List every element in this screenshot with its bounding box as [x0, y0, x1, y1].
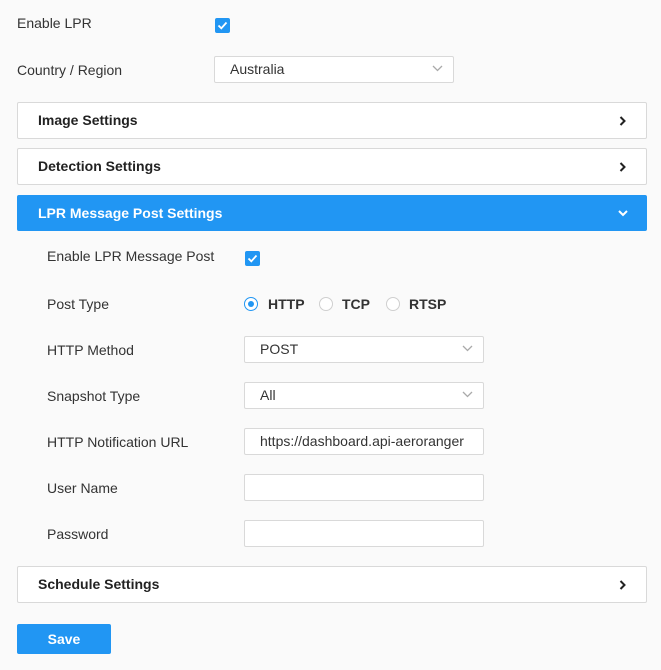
- chevron-down-icon: [432, 65, 443, 72]
- notification-url-label: HTTP Notification URL: [47, 434, 189, 450]
- username-row: User Name: [0, 470, 661, 506]
- password-label: Password: [47, 526, 109, 542]
- post-type-rtsp-label[interactable]: RTSP: [409, 286, 446, 322]
- notification-url-row: HTTP Notification URL https://dashboard.…: [0, 424, 661, 460]
- chevron-right-icon: [619, 116, 626, 126]
- chevron-down-icon: [462, 345, 473, 352]
- detection-settings-panel[interactable]: Detection Settings: [17, 148, 647, 185]
- enable-lpr-post-checkbox[interactable]: [245, 251, 260, 266]
- checkmark-icon: [247, 254, 258, 263]
- schedule-settings-title: Schedule Settings: [38, 576, 160, 592]
- snapshot-type-value: All: [260, 387, 276, 403]
- post-type-http-radio[interactable]: [244, 297, 258, 311]
- enable-lpr-label: Enable LPR: [17, 15, 92, 31]
- checkmark-icon: [217, 21, 228, 30]
- post-type-tcp-radio[interactable]: [319, 297, 333, 311]
- http-method-row: HTTP Method POST: [0, 332, 661, 368]
- enable-lpr-post-row: Enable LPR Message Post: [0, 238, 661, 274]
- country-label: Country / Region: [17, 62, 123, 78]
- image-settings-panel[interactable]: Image Settings: [17, 102, 647, 139]
- post-type-rtsp-radio[interactable]: [386, 297, 400, 311]
- enable-lpr-row: Enable LPR: [0, 5, 661, 41]
- notification-url-input[interactable]: https://dashboard.api-aeroranger: [244, 428, 484, 455]
- lpr-message-post-title: LPR Message Post Settings: [38, 205, 223, 221]
- http-method-label: HTTP Method: [47, 342, 134, 358]
- detection-settings-title: Detection Settings: [38, 158, 161, 174]
- snapshot-type-label: Snapshot Type: [47, 388, 141, 404]
- image-settings-title: Image Settings: [38, 112, 138, 128]
- chevron-down-icon: [462, 391, 473, 398]
- post-type-label: Post Type: [47, 296, 110, 312]
- username-label: User Name: [47, 480, 118, 496]
- chevron-down-icon: [618, 210, 628, 217]
- http-method-select[interactable]: POST: [244, 336, 484, 363]
- enable-lpr-checkbox[interactable]: [215, 18, 230, 33]
- notification-url-value: https://dashboard.api-aeroranger: [260, 433, 464, 449]
- country-select-value: Australia: [230, 61, 285, 77]
- country-row: Country / Region Australia: [0, 52, 661, 88]
- snapshot-type-row: Snapshot Type All: [0, 378, 661, 414]
- post-type-http-label[interactable]: HTTP: [268, 286, 305, 322]
- save-button[interactable]: Save: [17, 624, 111, 654]
- enable-lpr-post-label: Enable LPR Message Post: [47, 248, 215, 264]
- schedule-settings-panel[interactable]: Schedule Settings: [17, 566, 647, 603]
- password-row: Password: [0, 516, 661, 552]
- country-select[interactable]: Australia: [214, 56, 454, 83]
- post-type-tcp-label[interactable]: TCP: [342, 286, 370, 322]
- http-method-value: POST: [260, 341, 299, 357]
- username-input[interactable]: [244, 474, 484, 501]
- snapshot-type-select[interactable]: All: [244, 382, 484, 409]
- post-type-row: Post Type HTTP TCP RTSP: [0, 286, 661, 322]
- chevron-right-icon: [619, 162, 626, 172]
- chevron-right-icon: [619, 580, 626, 590]
- password-input[interactable]: [244, 520, 484, 547]
- lpr-message-post-panel[interactable]: LPR Message Post Settings: [17, 195, 647, 231]
